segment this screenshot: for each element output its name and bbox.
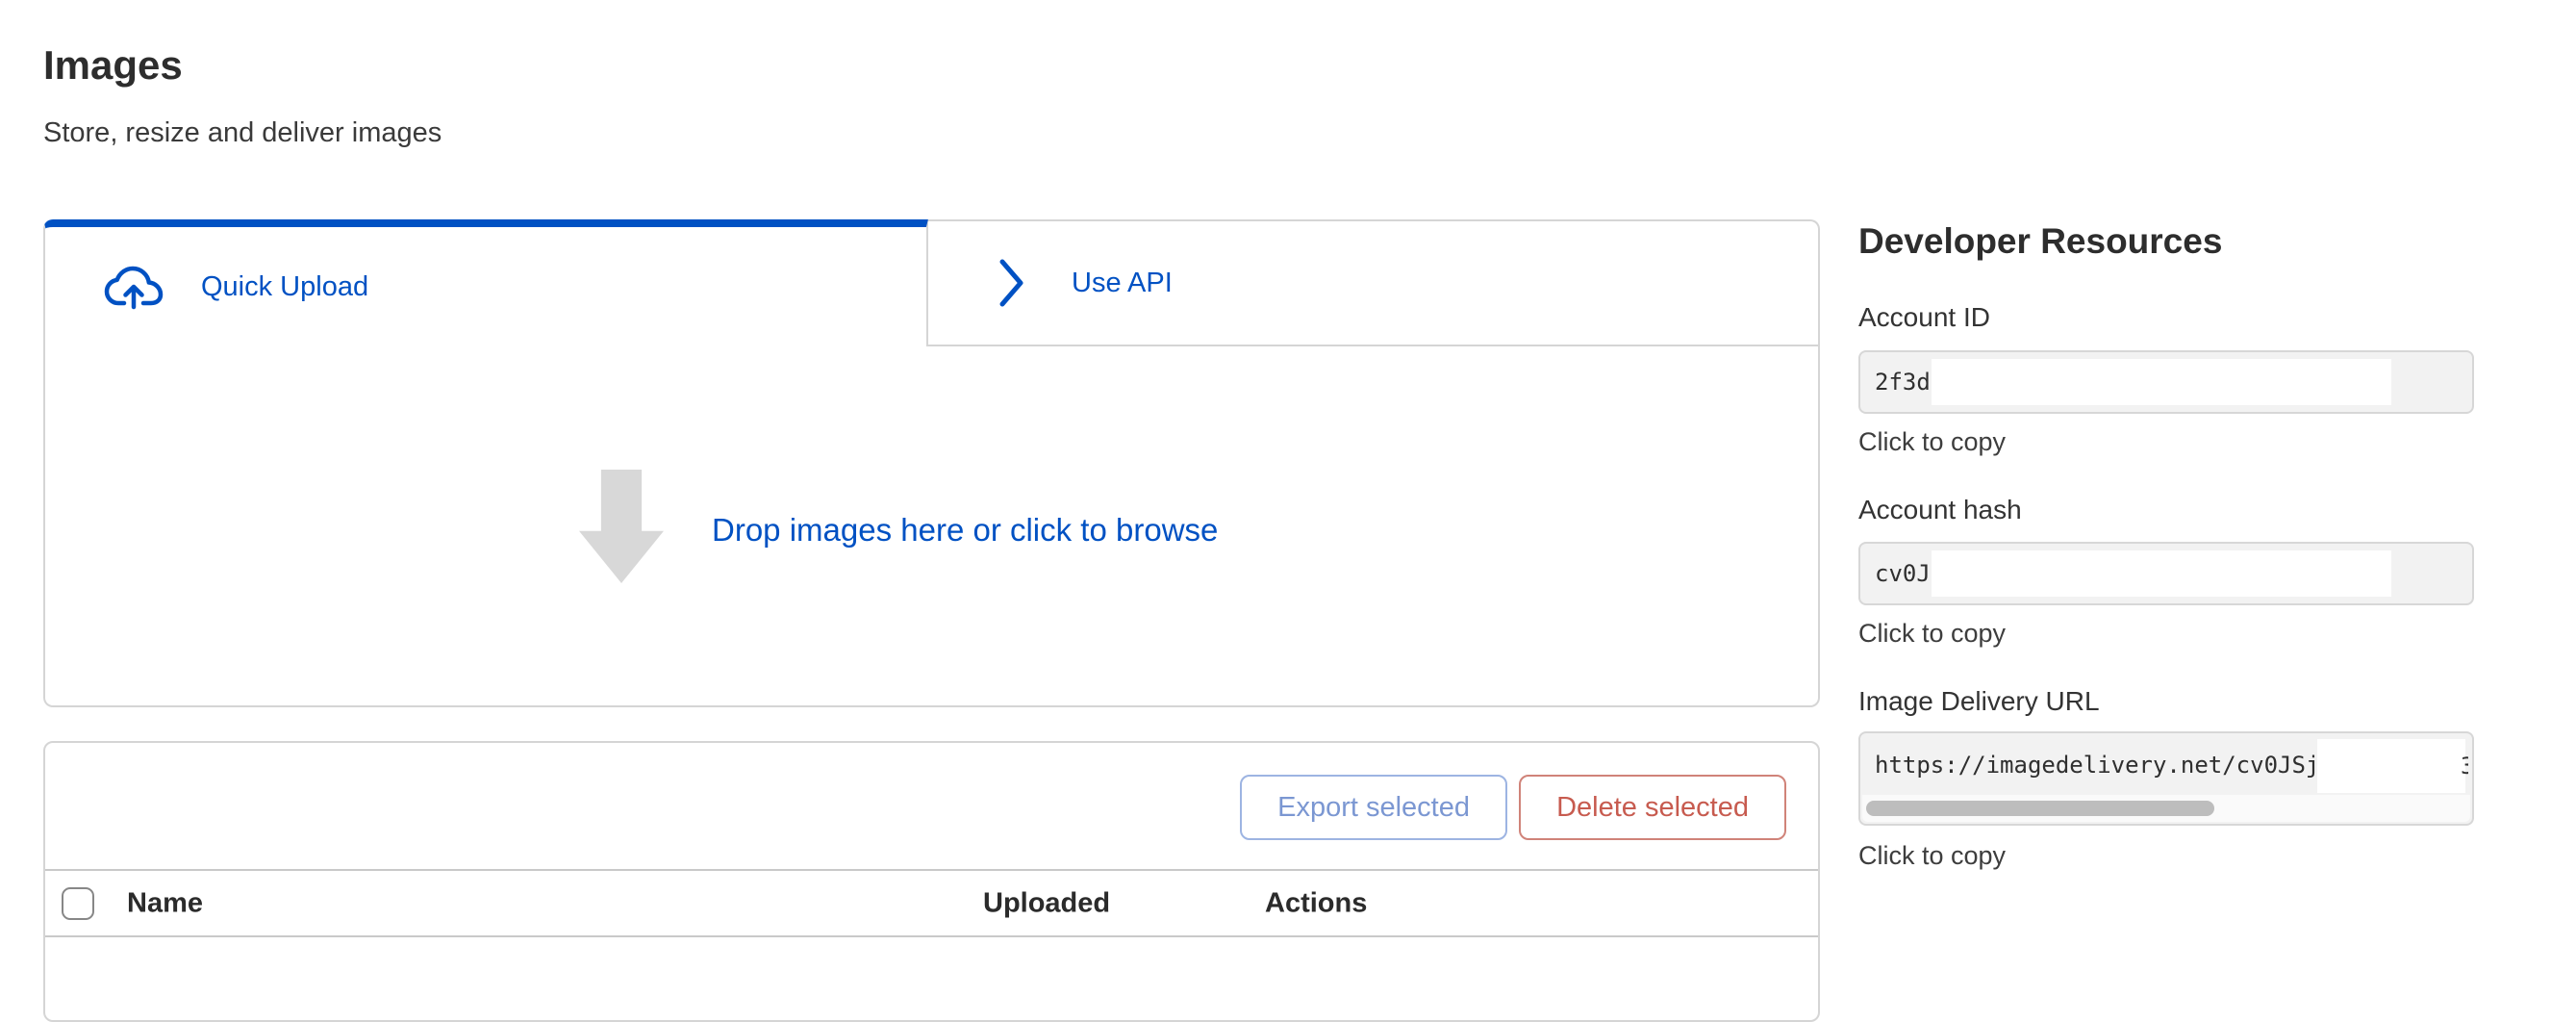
tab-quick-upload-label: Quick Upload	[201, 271, 368, 303]
select-all-checkbox[interactable]	[62, 887, 94, 920]
redaction-overlay	[2317, 739, 2465, 793]
dropzone-label: Drop images here or click to browse	[712, 512, 1218, 549]
image-dropzone[interactable]: Drop images here or click to browse	[43, 346, 1820, 707]
cloud-upload-icon	[102, 264, 165, 310]
image-delivery-url-copy-hint: Click to copy	[1858, 841, 2006, 871]
image-delivery-url-field[interactable]: https://imagedelivery.net/cv0JSj 3	[1858, 731, 2474, 826]
account-hash-copy-hint: Click to copy	[1858, 619, 2006, 649]
account-id-field[interactable]: 2f3d	[1858, 350, 2474, 414]
page-subtitle: Store, resize and deliver images	[43, 117, 442, 149]
image-list-card: Export selected Delete selected Name Upl…	[43, 741, 1820, 1022]
account-hash-label: Account hash	[1858, 495, 2022, 525]
account-id-value: 2f3d	[1875, 369, 1931, 396]
url-overflow-character: 3	[2461, 753, 2468, 783]
column-header-name: Name	[127, 887, 203, 919]
image-delivery-url-value: https://imagedelivery.net/cv0JSj	[1875, 752, 2319, 779]
redaction-overlay	[1932, 359, 2391, 405]
table-header-row: Name Uploaded Actions	[45, 871, 1818, 937]
delete-selected-button[interactable]: Delete selected	[1519, 775, 1786, 840]
tab-quick-upload[interactable]: Quick Upload	[43, 219, 928, 346]
account-id-copy-hint: Click to copy	[1858, 427, 2006, 457]
redaction-overlay	[1932, 550, 2391, 597]
horizontal-scrollbar	[1862, 795, 2470, 822]
tab-use-api-label: Use API	[1072, 268, 1173, 299]
tab-use-api[interactable]: Use API	[928, 219, 1820, 346]
chevron-right-icon	[996, 258, 1026, 308]
account-hash-field[interactable]: cv0J	[1858, 542, 2474, 605]
developer-resources-title: Developer Resources	[1858, 221, 2222, 262]
column-header-uploaded: Uploaded	[983, 887, 1110, 919]
developer-resources-panel: Developer Resources Account ID 2f3d Clic…	[1858, 221, 2474, 955]
export-selected-button[interactable]: Export selected	[1240, 775, 1507, 840]
down-arrow-icon	[579, 470, 664, 583]
column-header-actions: Actions	[1265, 887, 1367, 919]
scrollbar-thumb[interactable]	[1866, 801, 2214, 816]
upload-tabs: Quick Upload Use API	[43, 219, 1820, 346]
list-toolbar: Export selected Delete selected	[45, 743, 1818, 871]
account-id-label: Account ID	[1858, 302, 1990, 333]
page-title: Images	[43, 42, 183, 89]
image-delivery-url-label: Image Delivery URL	[1858, 686, 2100, 717]
account-hash-value: cv0J	[1875, 560, 1931, 587]
